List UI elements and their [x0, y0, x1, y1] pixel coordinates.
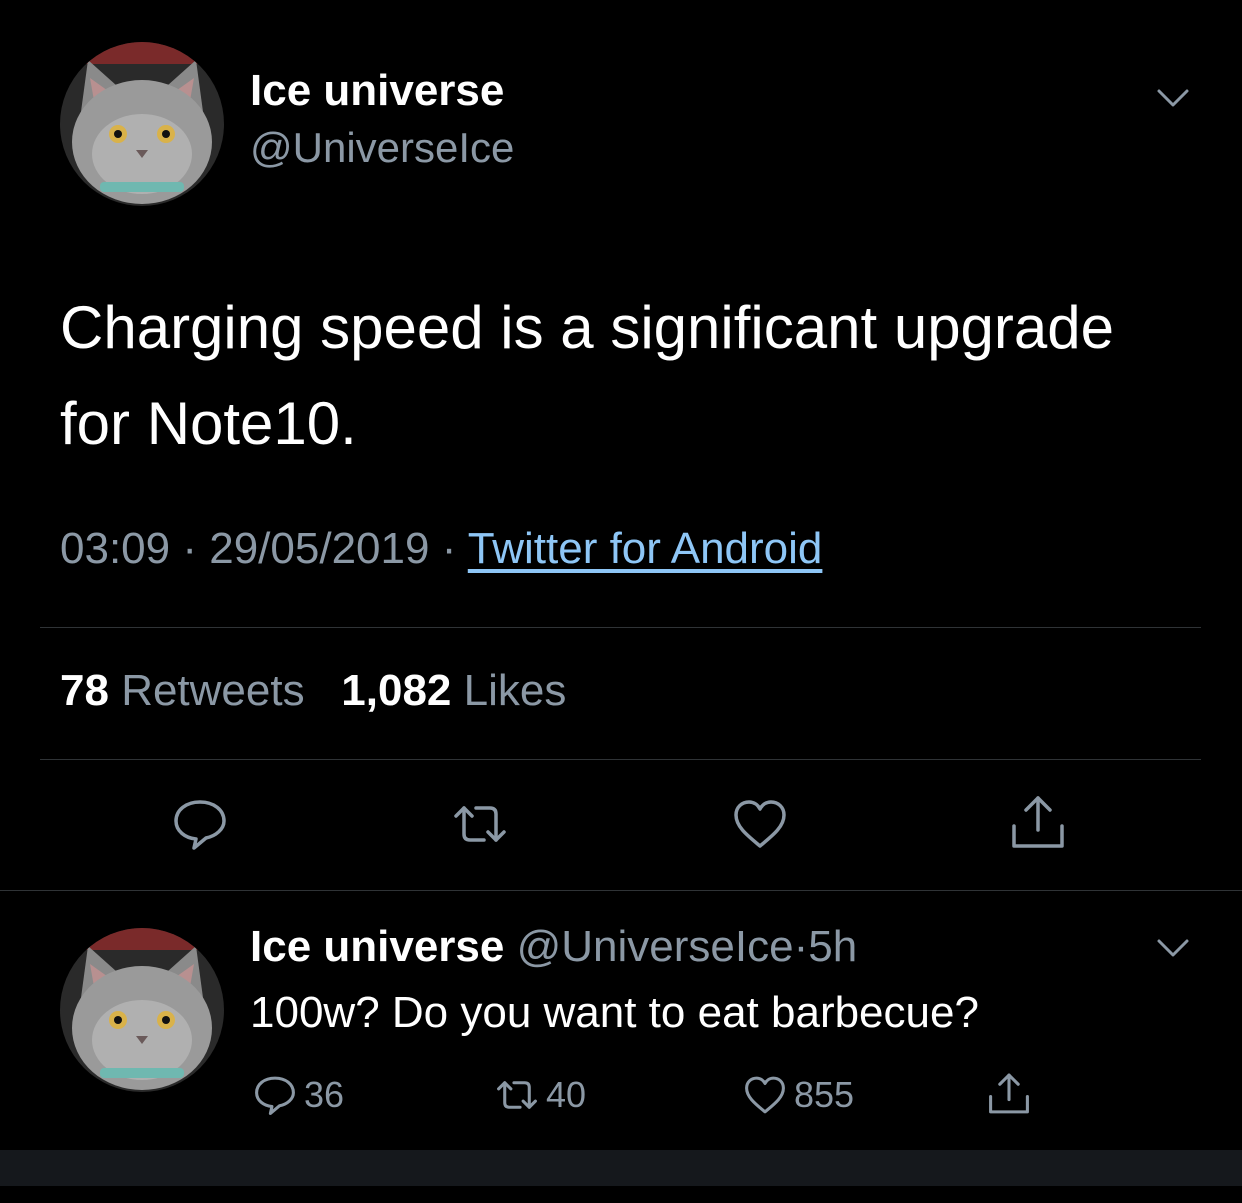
tweet-date: 29/05/2019 [209, 524, 430, 573]
bottom-separator-bar [0, 1150, 1242, 1186]
chevron-down-icon[interactable] [1156, 88, 1190, 108]
divider [0, 890, 1242, 891]
likes-count: 1,082 [341, 666, 452, 715]
reply-share-action[interactable] [986, 1072, 1032, 1118]
reply-icon [255, 1076, 295, 1115]
cat-avatar-icon [60, 928, 224, 1092]
reply-count: 36 [304, 1074, 345, 1115]
author-handle[interactable]: @UniverseIce [250, 124, 514, 172]
author-avatar[interactable] [60, 42, 224, 206]
cat-avatar-icon [60, 42, 224, 206]
tweet-detail-screen: Ice universe @UniverseIce Charging speed… [0, 0, 1242, 1203]
tweet-source-link[interactable]: Twitter for Android [468, 524, 823, 573]
tweet-time: 03:09 [60, 524, 171, 573]
share-icon[interactable] [1008, 794, 1068, 854]
retweets-count: 78 [60, 666, 109, 715]
meta-separator: · [441, 524, 457, 573]
likes-label: Likes [463, 666, 567, 715]
reply-author-display-name[interactable]: Ice universe [250, 922, 504, 971]
reply-reply-action[interactable]: 36 [252, 1072, 344, 1118]
likes-stat[interactable]: 1,082 Likes [341, 666, 566, 715]
author-display-name[interactable]: Ice universe [250, 66, 504, 116]
reply-header: Ice universe @UniverseIce·5h [250, 922, 857, 972]
heart-icon [745, 1076, 785, 1114]
reply-separator: · [793, 922, 809, 971]
like-count: 855 [794, 1074, 855, 1115]
reply-author-avatar[interactable] [60, 928, 224, 1092]
retweets-stat[interactable]: 78 Retweets [60, 666, 305, 715]
retweet-icon[interactable] [450, 794, 510, 854]
meta-separator: · [182, 524, 197, 573]
retweet-icon [497, 1081, 537, 1109]
reply-time: 5h [808, 922, 858, 971]
reply-text: 100w? Do you want to eat barbecue? [250, 988, 979, 1037]
chevron-down-icon[interactable] [1156, 938, 1190, 958]
divider [40, 759, 1201, 760]
retweet-count: 40 [546, 1074, 587, 1115]
reply-retweet-action[interactable]: 40 [494, 1072, 586, 1118]
tweet-stats: 78 Retweets 1,082 Likes [60, 666, 566, 716]
heart-icon[interactable] [730, 794, 790, 854]
divider [40, 627, 1201, 628]
retweets-label: Retweets [121, 666, 305, 715]
share-icon [989, 1073, 1029, 1114]
tweet-meta: 03:09 · 29/05/2019 · Twitter for Android [60, 524, 822, 574]
tweet-text: Charging speed is a significant upgrade … [60, 294, 1115, 457]
reply-like-action[interactable]: 855 [742, 1072, 854, 1118]
reply-author-handle[interactable]: @UniverseIce [517, 922, 794, 971]
reply-icon[interactable] [170, 794, 230, 854]
